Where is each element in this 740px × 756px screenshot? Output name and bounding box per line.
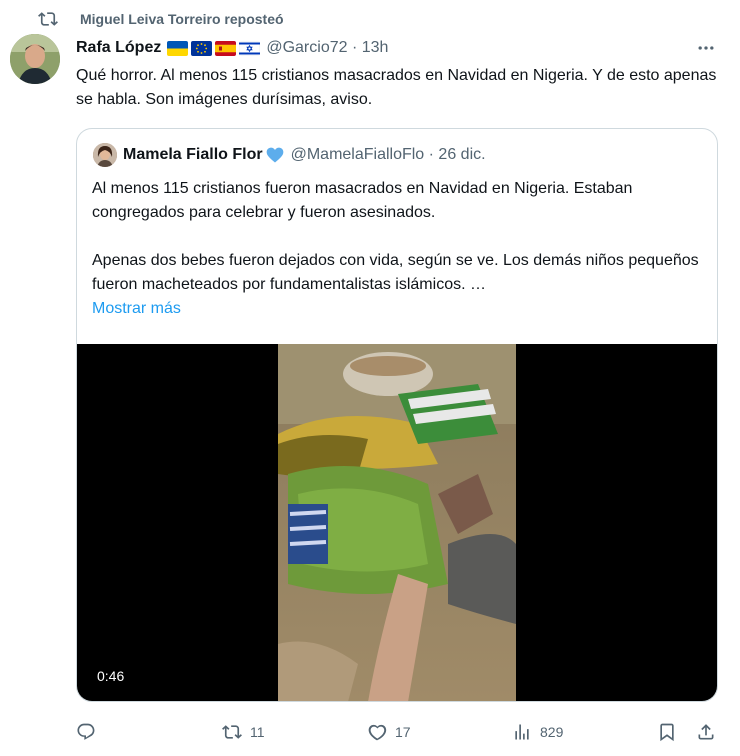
blue-heart-icon <box>266 147 283 163</box>
repost-indicator: Miguel Leiva Torreiro reposteó <box>38 8 284 30</box>
action-bar: 11 17 829 <box>76 718 726 746</box>
views-count: 829 <box>540 724 564 740</box>
tweet-text: Qué horror. Al menos 115 cristianos masa… <box>76 67 717 108</box>
tweet-header: Rafa López @Garcio72 · 13h <box>76 36 722 60</box>
like-count: 17 <box>395 724 411 740</box>
eu-flag-icon <box>191 40 213 56</box>
video-thumbnail <box>278 344 516 701</box>
author-avatar[interactable] <box>10 34 60 84</box>
reposter-link[interactable]: Miguel Leiva Torreiro reposteó <box>80 11 284 27</box>
author-handle-time[interactable]: @Garcio72 · 13h <box>266 39 388 57</box>
views-icon <box>515 724 529 740</box>
retweet-count: 11 <box>250 724 265 740</box>
quote-body: Al menos 115 cristianos fueron masacrado… <box>92 177 707 321</box>
like-button[interactable]: 17 <box>367 718 411 746</box>
spain-flag-icon <box>215 40 237 56</box>
repost-icon <box>38 12 58 26</box>
heart-icon <box>368 724 387 741</box>
ukraine-flag-icon <box>167 40 189 56</box>
quote-paragraph-2: Apenas dos bebes fueron dejados con vida… <box>92 252 699 293</box>
more-icon[interactable] <box>694 38 718 58</box>
share-button[interactable] <box>696 718 716 746</box>
quote-handle-time: @MamelaFialloFlo · 26 dic. <box>290 146 486 163</box>
reply-button[interactable] <box>76 718 104 746</box>
quote-author-name: Mamela Fiallo Flor <box>123 146 263 163</box>
bookmark-icon <box>660 723 674 742</box>
retweet-icon <box>222 725 242 739</box>
video-player[interactable]: 0:46 <box>77 344 717 701</box>
video-duration: 0:46 <box>91 666 131 686</box>
israel-flag-icon <box>239 40 261 56</box>
flag-emojis <box>167 40 261 56</box>
bookmark-button[interactable] <box>657 718 677 746</box>
share-icon <box>698 724 714 740</box>
show-more-link[interactable]: Mostrar más <box>92 300 181 317</box>
retweet-button[interactable]: 11 <box>222 718 265 746</box>
quoted-tweet[interactable]: Mamela Fiallo Flor @MamelaFialloFlo · 26… <box>76 128 718 702</box>
views-button[interactable]: 829 <box>512 718 563 746</box>
quote-author-avatar <box>93 143 117 167</box>
quote-header: Mamela Fiallo Flor @MamelaFialloFlo · 26… <box>93 143 486 167</box>
quote-paragraph-1: Al menos 115 cristianos fueron masacrado… <box>92 180 633 221</box>
author-name[interactable]: Rafa López <box>76 39 161 57</box>
reply-icon <box>77 723 95 740</box>
